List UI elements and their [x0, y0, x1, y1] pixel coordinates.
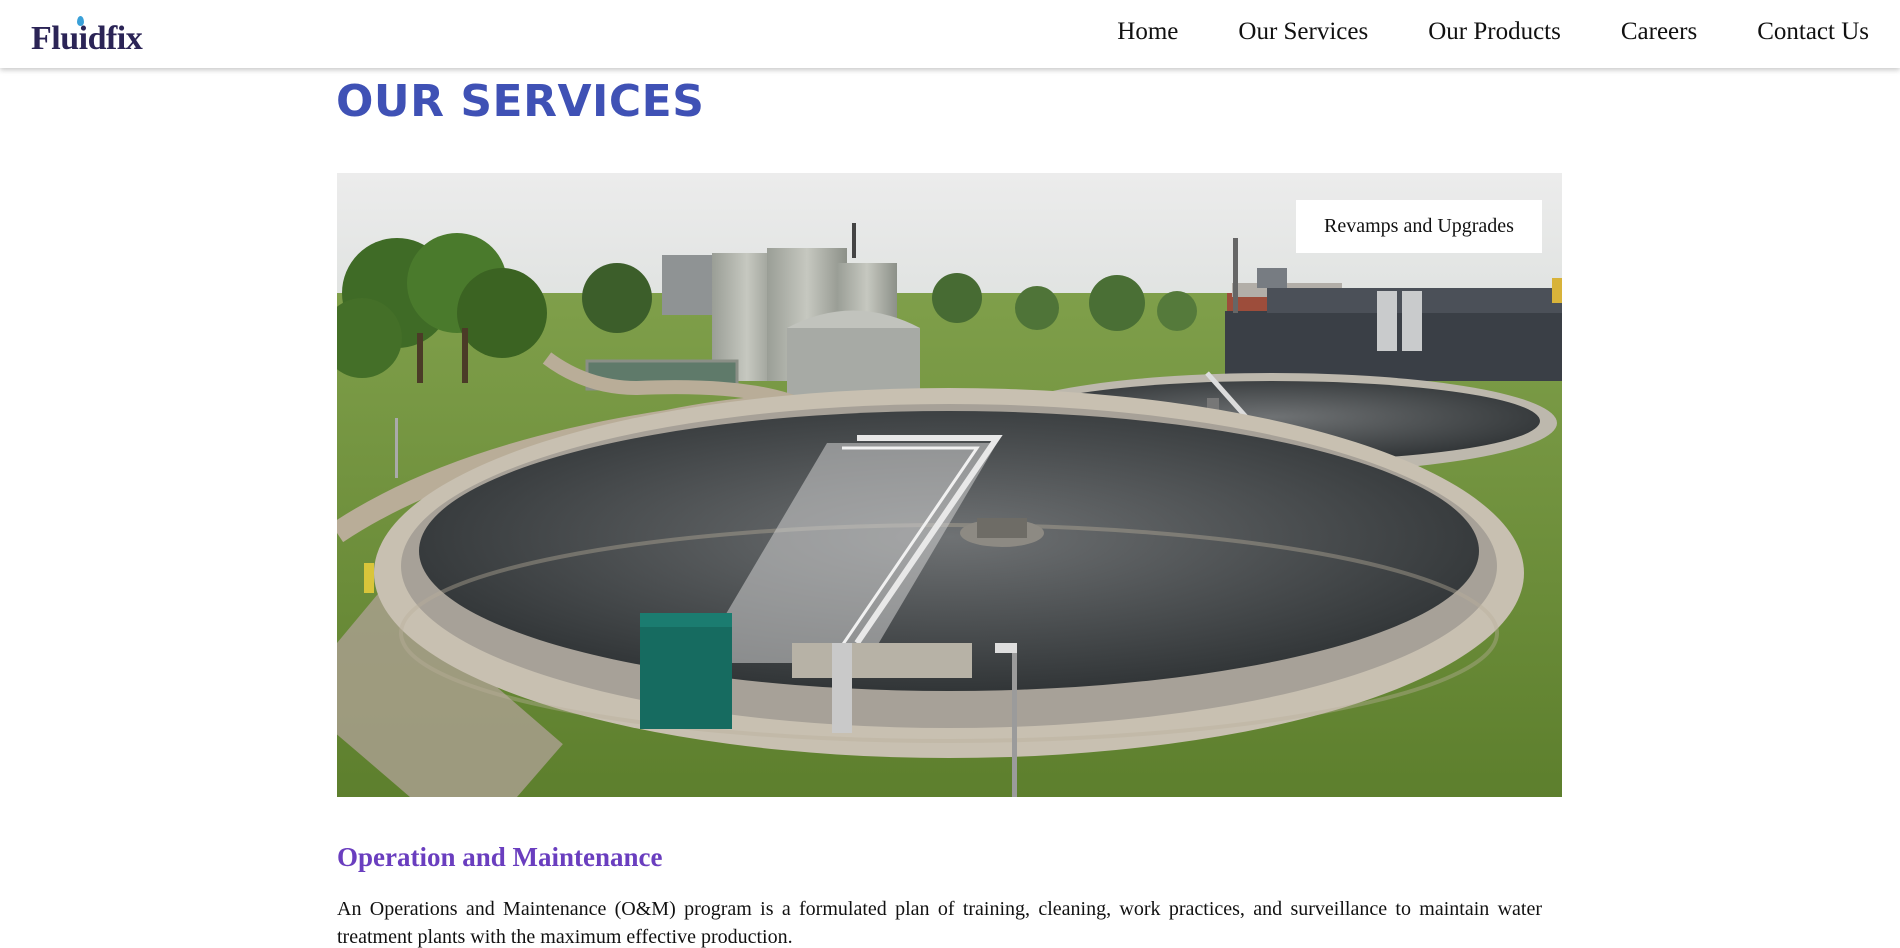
section-description: An Operations and Maintenance (O&M) prog…	[337, 898, 1542, 948]
logo-text: Fluidfix	[31, 20, 143, 57]
nav-our-products-link[interactable]: Our Products	[1428, 18, 1561, 46]
nav-our-services-link[interactable]: Our Services	[1238, 18, 1368, 46]
section-heading: Operation and Maintenance	[337, 842, 663, 872]
nav-home-link[interactable]: Home	[1117, 18, 1178, 46]
page-title: OUR SERVICES	[336, 76, 705, 127]
main-nav: Home Our Services Our Products Careers C…	[1117, 18, 1869, 46]
site-header: Fluidfix Home Our Services Our Products …	[0, 0, 1900, 68]
fluidfix-logo[interactable]: Fluidfix	[31, 16, 143, 58]
nav-careers-link[interactable]: Careers	[1621, 18, 1697, 46]
service-slider[interactable]: Revamps and Upgrades	[337, 173, 1562, 797]
slide-caption-badge: Revamps and Upgrades	[1296, 200, 1542, 253]
water-drop-icon	[77, 16, 84, 26]
nav-contact-us-link[interactable]: Contact Us	[1757, 18, 1869, 46]
water-treatment-plant-image	[337, 173, 1562, 797]
